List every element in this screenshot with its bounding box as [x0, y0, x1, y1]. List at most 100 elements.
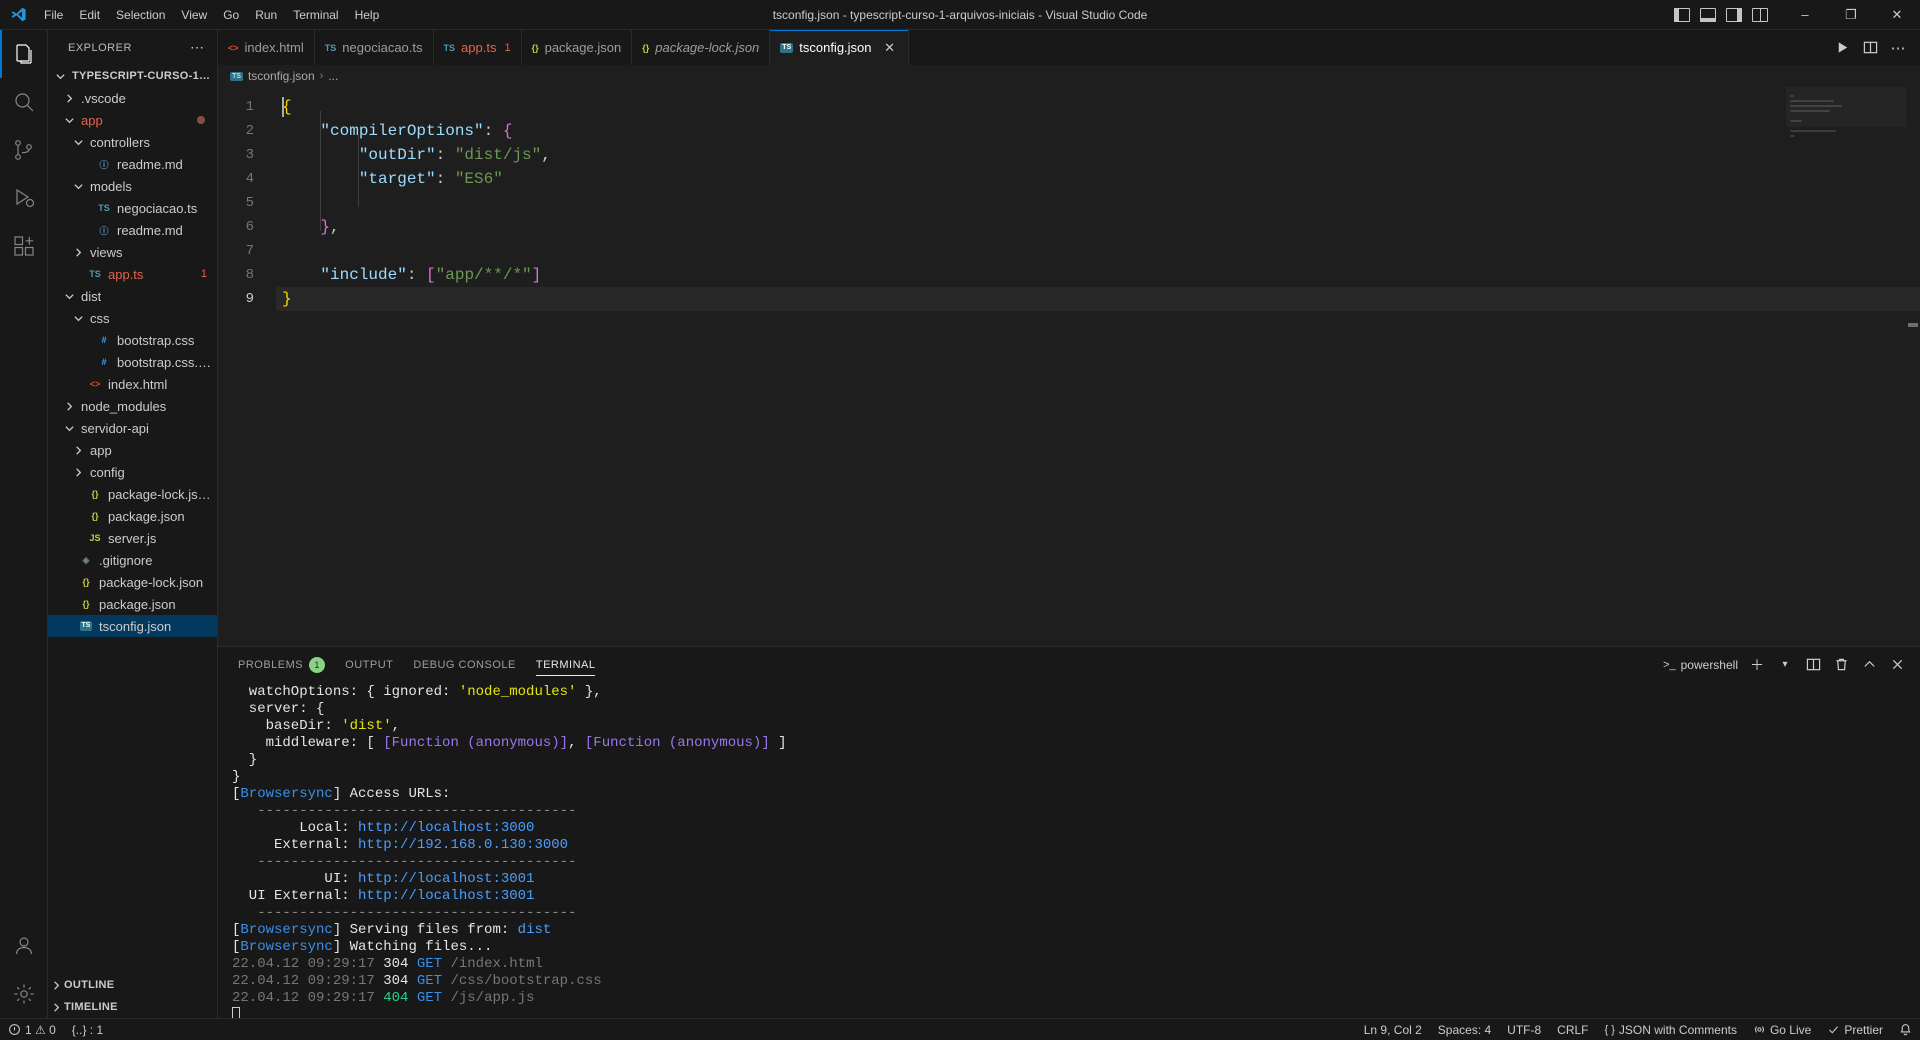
ports-status[interactable]: {..} : 1: [64, 1019, 111, 1040]
tab-app-ts[interactable]: TS app.ts 1: [433, 30, 522, 65]
language-mode-status[interactable]: { } JSON with Comments: [1597, 1019, 1745, 1040]
split-editor-button[interactable]: [1862, 40, 1878, 56]
tab-problems[interactable]: PROBLEMS 1: [238, 647, 326, 682]
go-live-status[interactable]: Go Live: [1745, 1019, 1819, 1040]
tab-index-html[interactable]: <> index.html: [218, 30, 315, 65]
activity-explorer[interactable]: [0, 30, 48, 78]
toggle-secondary-sidebar-icon[interactable]: [1726, 7, 1742, 22]
close-button[interactable]: ✕: [1874, 0, 1920, 30]
tab-package-lock-json[interactable]: {} package-lock.json: [632, 30, 771, 65]
tab-debug-console[interactable]: DEBUG CONSOLE: [413, 647, 515, 682]
tab-package-json[interactable]: {} package.json: [521, 30, 633, 65]
code-line[interactable]: },: [276, 215, 1920, 239]
chevron-down-icon[interactable]: [61, 420, 77, 436]
menu-file[interactable]: File: [36, 4, 71, 26]
eol-status[interactable]: CRLF: [1549, 1019, 1596, 1040]
tree-item-app.ts[interactable]: TS app.ts 1: [48, 263, 217, 285]
maximize-panel-button[interactable]: [1860, 656, 1878, 674]
tree-item-.gitignore[interactable]: ◈ .gitignore: [48, 549, 217, 571]
menu-terminal[interactable]: Terminal: [285, 4, 346, 26]
chevron-right-icon[interactable]: [70, 464, 86, 480]
toggle-primary-sidebar-icon[interactable]: [1674, 7, 1690, 22]
menu-edit[interactable]: Edit: [71, 4, 108, 26]
customize-layout-icon[interactable]: [1752, 7, 1768, 22]
activity-accounts[interactable]: [0, 922, 48, 970]
tree-item-bootstrap.css[interactable]: # bootstrap.css: [48, 329, 217, 351]
code-line[interactable]: "outDir": "dist/js",: [276, 143, 1920, 167]
activity-source-control[interactable]: [0, 126, 48, 174]
minimize-button[interactable]: –: [1782, 0, 1828, 30]
code-line[interactable]: }: [276, 287, 1920, 311]
tab-tsconfig-json[interactable]: TS tsconfig.json ✕: [770, 30, 909, 65]
close-panel-button[interactable]: [1888, 656, 1906, 674]
chevron-down-icon[interactable]: [70, 310, 86, 326]
encoding-status[interactable]: UTF-8: [1499, 1019, 1549, 1040]
tree-item-package-lock.json[interactable]: {} package-lock.json: [48, 571, 217, 593]
tree-item-node-modules[interactable]: node_modules: [48, 395, 217, 417]
new-terminal-button[interactable]: ＋: [1748, 656, 1766, 674]
chevron-right-icon[interactable]: [61, 90, 77, 106]
tab-output[interactable]: OUTPUT: [345, 647, 393, 682]
menu-view[interactable]: View: [173, 4, 215, 26]
tree-item-bootstrap.css.map[interactable]: # bootstrap.css.map: [48, 351, 217, 373]
maximize-button[interactable]: ❐: [1828, 0, 1874, 30]
tree-item-negociacao.ts[interactable]: TS negociacao.ts: [48, 197, 217, 219]
run-button[interactable]: [1834, 40, 1850, 56]
sidebar-section-outline[interactable]: OUTLINE: [48, 974, 217, 996]
code-line[interactable]: [276, 191, 1920, 215]
error-warning-status[interactable]: 1 ⚠ 0: [0, 1019, 64, 1040]
tree-item-typescript-curso-1-ar...[interactable]: TYPESCRIPT-CURSO-1-AR...: [48, 65, 217, 87]
tab-terminal[interactable]: TERMINAL: [535, 647, 596, 682]
file-tree[interactable]: TYPESCRIPT-CURSO-1-AR... .vscode app contro…: [48, 65, 217, 974]
notifications-status[interactable]: [1891, 1019, 1920, 1040]
terminal-cursor-line[interactable]: [232, 1007, 1920, 1018]
chevron-down-icon[interactable]: [61, 288, 77, 304]
chevron-right-icon[interactable]: [70, 442, 86, 458]
menu-help[interactable]: Help: [347, 4, 388, 26]
tree-item-index.html[interactable]: <> index.html: [48, 373, 217, 395]
layout-controls[interactable]: [1674, 7, 1782, 22]
chevron-down-icon[interactable]: [61, 112, 77, 128]
tree-item-dist[interactable]: dist: [48, 285, 217, 307]
tree-item-server.js[interactable]: JS server.js: [48, 527, 217, 549]
tab-close-icon[interactable]: ✕: [882, 40, 898, 56]
breadcrumb-more[interactable]: ...: [328, 69, 338, 83]
terminal-shell-selector[interactable]: >_ powershell: [1663, 658, 1738, 672]
tree-item-controllers[interactable]: controllers: [48, 131, 217, 153]
toggle-panel-icon[interactable]: [1700, 7, 1716, 22]
activity-run-debug[interactable]: [0, 174, 48, 222]
chevron-down-icon[interactable]: [70, 178, 86, 194]
tree-item-app[interactable]: app: [48, 109, 217, 131]
menu-selection[interactable]: Selection: [108, 4, 173, 26]
cursor-position[interactable]: Ln 9, Col 2: [1356, 1019, 1430, 1040]
terminal-output[interactable]: watchOptions: { ignored: 'node_modules' …: [218, 682, 1920, 1018]
breadcrumb-file[interactable]: tsconfig.json: [248, 69, 315, 83]
more-actions-button[interactable]: ⋯: [1890, 40, 1906, 57]
tree-item-config[interactable]: config: [48, 461, 217, 483]
kill-terminal-button[interactable]: [1832, 656, 1850, 674]
tree-item-readme.md[interactable]: ⓘ readme.md: [48, 219, 217, 241]
sidebar-section-timeline[interactable]: TIMELINE: [48, 996, 217, 1018]
tree-item-models[interactable]: models: [48, 175, 217, 197]
code-editor[interactable]: 1 2 3 4 5 6 7 8 9 { "compilerOptions": { "outDir…: [218, 87, 1920, 646]
prettier-status[interactable]: Prettier: [1819, 1019, 1891, 1040]
tab-negociacao-ts[interactable]: TS negociacao.ts: [314, 30, 434, 65]
menu-bar[interactable]: File Edit Selection View Go Run Terminal…: [36, 4, 387, 26]
split-terminal-button[interactable]: [1804, 656, 1822, 674]
code-line[interactable]: "target": "ES6": [276, 167, 1920, 191]
tree-item-package.json[interactable]: {} package.json: [48, 593, 217, 615]
code-line[interactable]: "include": ["app/**/*"]: [276, 263, 1920, 287]
tree-item-views[interactable]: views: [48, 241, 217, 263]
tree-item-css[interactable]: css: [48, 307, 217, 329]
tree-item-readme.md[interactable]: ⓘ readme.md: [48, 153, 217, 175]
tree-item-.vscode[interactable]: .vscode: [48, 87, 217, 109]
chevron-right-icon[interactable]: [70, 244, 86, 260]
chevron-down-icon[interactable]: [52, 68, 68, 84]
editor-scrollbar[interactable]: [1906, 87, 1920, 646]
breadcrumb[interactable]: TS tsconfig.json › ...: [218, 65, 1920, 87]
editor-actions[interactable]: ⋯: [1820, 30, 1920, 65]
activity-extensions[interactable]: [0, 222, 48, 270]
code-content[interactable]: { "compilerOptions": { "outDir": "dist/j…: [276, 87, 1920, 646]
panel-actions[interactable]: >_ powershell ＋ ▾: [1663, 656, 1920, 674]
activity-search[interactable]: [0, 78, 48, 126]
